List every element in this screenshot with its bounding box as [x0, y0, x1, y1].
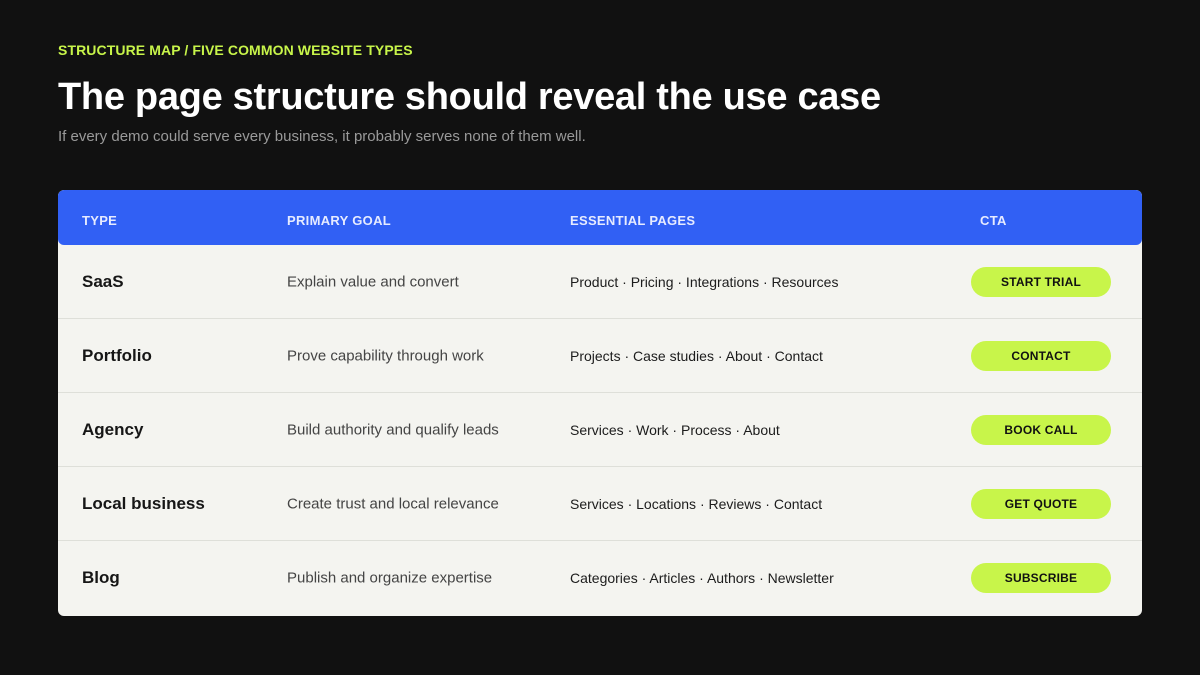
row-type: Portfolio — [82, 345, 152, 365]
row-type: Local business — [82, 493, 205, 513]
start-trial-button[interactable]: START TRIAL — [971, 266, 1111, 297]
table-row: Agency Build authority and qualify leads… — [58, 393, 1142, 467]
row-goal: Publish and organize expertise — [287, 569, 493, 587]
header-primary-goal: PRIMARY GOAL — [287, 213, 391, 228]
table-row: Portfolio Prove capability through work … — [58, 319, 1142, 393]
row-type: SaaS — [82, 271, 124, 291]
row-pages: Categories · Articles · Authors · Newsle… — [570, 570, 834, 586]
page-title: The page structure should reveal the use… — [58, 76, 881, 118]
header-cta: CTA — [980, 213, 1007, 228]
row-pages: Services · Locations · Reviews · Contact — [570, 495, 823, 512]
get-quote-button[interactable]: GET QUOTE — [971, 488, 1111, 519]
row-goal: Build authority and qualify leads — [287, 421, 499, 438]
table-row: Blog Publish and organize expertise Cate… — [58, 541, 1142, 615]
row-pages: Projects · Case studies · About · Contac… — [570, 347, 823, 364]
website-types-table: TYPE PRIMARY GOAL ESSENTIAL PAGES CTA Sa… — [58, 190, 1142, 616]
header-type: TYPE — [82, 213, 118, 228]
table-row: Local business Create trust and local re… — [58, 467, 1142, 541]
header-essential-pages: ESSENTIAL PAGES — [570, 213, 696, 228]
page-subtitle: If every demo could serve every business… — [58, 128, 586, 145]
contact-button[interactable]: CONTACT — [971, 340, 1111, 371]
row-type: Blog — [82, 568, 120, 587]
row-type: Agency — [82, 419, 144, 439]
row-goal: Create trust and local relevance — [287, 495, 499, 512]
table-header: TYPE PRIMARY GOAL ESSENTIAL PAGES CTA — [58, 190, 1142, 245]
book-call-button[interactable]: BOOK CALL — [971, 414, 1111, 445]
row-goal: Explain value and convert — [287, 273, 459, 290]
row-pages: Product · Pricing · Integrations · Resou… — [570, 273, 839, 290]
subscribe-button[interactable]: SUBSCRIBE — [971, 563, 1111, 593]
row-pages: Services · Work · Process · About — [570, 421, 780, 438]
table-row: SaaS Explain value and convert Product ·… — [58, 245, 1142, 319]
row-goal: Prove capability through work — [287, 347, 484, 364]
eyebrow-label: STRUCTURE MAP / FIVE COMMON WEBSITE TYPE… — [58, 42, 413, 58]
